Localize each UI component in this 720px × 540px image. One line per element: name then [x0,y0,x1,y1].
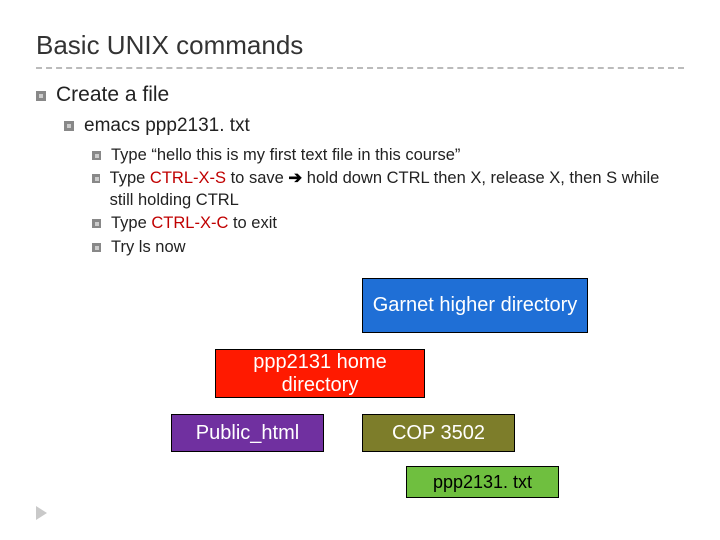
bullet-level3: Type CTRL-X-C to exit [92,213,684,234]
slide-indicator-icon [36,506,47,520]
arrow-icon: ➔ [288,169,302,187]
bullet-level3: Try ls now [92,237,684,258]
hotkey-text: CTRL-X-S [150,169,226,187]
text: to exit [228,214,277,232]
bullet-level3-text: Try ls now [111,237,186,258]
bullet-icon [92,151,101,160]
slide-title: Basic UNIX commands [36,30,684,69]
hotkey-text: CTRL-X-C [151,214,228,232]
bullet-icon [92,174,100,183]
bullet-icon [64,121,74,131]
bullet-icon [92,243,101,252]
bullet-level3-text: Type “hello this is my first text file i… [111,145,460,166]
box-label: COP 3502 [392,422,485,445]
bullet-level1-text: Create a file [56,83,169,107]
bullet-level2-text: emacs ppp2131. txt [84,115,250,137]
bullet-level3: Type “hello this is my first text file i… [92,145,684,166]
box-home: ppp2131 home directory [215,349,425,398]
bullet-icon [92,219,101,228]
box-label: Garnet higher directory [373,294,578,317]
box-label: ppp2131 home directory [216,351,424,397]
text: Type [111,214,151,232]
box-label: ppp2131. txt [433,472,532,493]
bullet-level3-text: Type CTRL-X-C to exit [111,213,277,234]
text: Type [110,169,150,187]
box-public: Public_html [171,414,324,452]
text: to save [226,169,288,187]
bullet-level2: emacs ppp2131. txt [64,115,684,137]
bullet-level3: Type CTRL-X-S to save ➔ hold down CTRL t… [92,168,684,211]
bullet-level3-text: Type CTRL-X-S to save ➔ hold down CTRL t… [110,168,684,211]
bullet-icon [36,91,46,101]
box-label: Public_html [196,422,299,445]
box-cop3502: COP 3502 [362,414,515,452]
box-file: ppp2131. txt [406,466,559,498]
box-garnet: Garnet higher directory [362,278,588,333]
bullet-level1: Create a file [36,83,684,107]
